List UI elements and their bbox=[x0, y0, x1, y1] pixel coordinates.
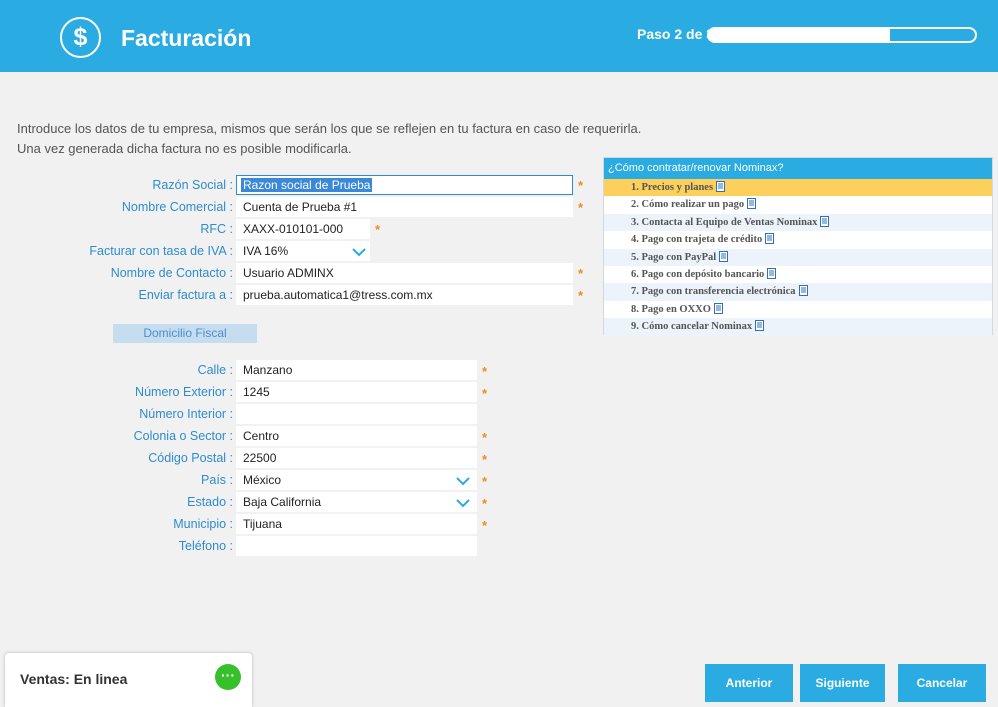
colonia-input[interactable]: Centro bbox=[236, 426, 477, 446]
help-link-item[interactable]: 4. Pago con trajeta de crédito bbox=[604, 231, 992, 248]
numero-exterior-label: Número Exterior : bbox=[135, 385, 233, 399]
chevron-down-icon[interactable] bbox=[351, 246, 367, 258]
rfc-label: RFC : bbox=[200, 222, 233, 236]
nombre-comercial-input[interactable]: Cuenta de Prueba #1 bbox=[236, 197, 573, 217]
estado-select[interactable]: Baja California bbox=[236, 492, 477, 512]
razon-social-label: Razón Social : bbox=[152, 178, 233, 192]
help-link-item[interactable]: 8. Pago en OXXO bbox=[604, 301, 992, 318]
required-mark: * bbox=[482, 430, 488, 445]
required-mark: * bbox=[578, 200, 584, 215]
required-mark: * bbox=[375, 222, 381, 237]
document-icon[interactable] bbox=[798, 285, 808, 302]
help-panel-title: ¿Cómo contratar/renovar Nominax? bbox=[604, 158, 992, 179]
required-mark: * bbox=[482, 452, 488, 467]
dollar-icon: $ bbox=[60, 17, 101, 58]
telefono-input[interactable] bbox=[236, 536, 477, 556]
help-link-item[interactable]: 6. Pago con depósito bancario bbox=[604, 266, 992, 283]
document-icon[interactable] bbox=[747, 198, 757, 215]
required-mark: * bbox=[482, 496, 488, 511]
iva-label: Facturar con tasa de IVA : bbox=[89, 244, 233, 258]
numero-interior-label: Número Interior : bbox=[139, 407, 233, 421]
intro-line-2: Una vez generada dicha factura no es pos… bbox=[17, 141, 352, 156]
header-bar: $ Facturación Paso 2 de 3 bbox=[0, 0, 998, 72]
help-link-label: 2. Cómo realizar un pago bbox=[631, 199, 745, 211]
help-link-label: 6. Pago con depósito bancario bbox=[631, 268, 765, 280]
calle-label: Calle : bbox=[197, 363, 233, 377]
pais-label: País : bbox=[201, 473, 233, 487]
codigo-postal-input[interactable]: 22500 bbox=[236, 448, 477, 468]
cancel-button[interactable]: Cancelar bbox=[898, 664, 986, 702]
calle-input[interactable]: Manzano bbox=[236, 360, 477, 380]
help-link-item[interactable]: 5. Pago con PayPal bbox=[604, 248, 992, 266]
rfc-input[interactable]: XAXX-010101-000 bbox=[236, 219, 370, 239]
colonia-label: Colonia o Sector : bbox=[133, 429, 233, 443]
pais-select[interactable]: México bbox=[236, 470, 477, 490]
help-link-item[interactable]: 9. Cómo cancelar Nominax bbox=[604, 318, 992, 337]
step-indicator: Paso 2 de 3 bbox=[637, 26, 715, 42]
chat-bubble-icon[interactable]: ··· bbox=[215, 664, 241, 690]
nombre-comercial-label: Nombre Comercial : bbox=[121, 200, 233, 214]
help-link-label: 9. Cómo cancelar Nominax bbox=[631, 321, 753, 333]
razon-social-value: Razon social de Prueba bbox=[241, 178, 373, 192]
intro-line-1: Introduce los datos de tu empresa, mismo… bbox=[17, 121, 642, 136]
telefono-label: Teléfono : bbox=[178, 539, 233, 553]
chat-status-label: Ventas: En linea bbox=[20, 671, 128, 687]
contacto-input[interactable]: Usuario ADMINX bbox=[236, 263, 573, 283]
help-link-label: 3. Contacta al Equipo de Ventas Nominax bbox=[631, 216, 818, 228]
iva-select[interactable]: IVA 16% bbox=[236, 241, 370, 261]
document-icon[interactable] bbox=[820, 215, 830, 233]
previous-button[interactable]: Anterior bbox=[705, 664, 793, 702]
required-mark: * bbox=[482, 386, 488, 401]
help-link-label: 5. Pago con PayPal bbox=[631, 251, 717, 263]
razon-social-input[interactable]: Razon social de Prueba bbox=[236, 175, 573, 195]
help-link-label: 8. Pago en OXXO bbox=[631, 303, 711, 315]
document-icon[interactable] bbox=[755, 320, 765, 337]
progress-fill bbox=[709, 29, 890, 41]
chevron-down-icon[interactable] bbox=[455, 497, 471, 509]
required-mark: * bbox=[578, 266, 584, 281]
municipio-label: Municipio : bbox=[173, 517, 233, 531]
municipio-input[interactable]: Tijuana bbox=[236, 514, 477, 534]
intro-text: Introduce los datos de tu empresa, mismo… bbox=[17, 119, 641, 159]
chat-widget[interactable]: Ventas: En linea ··· bbox=[5, 653, 252, 707]
estado-label: Estado : bbox=[187, 495, 233, 509]
enviar-factura-label: Enviar factura a : bbox=[138, 288, 234, 302]
help-link-item[interactable]: 1. Precios y planes bbox=[604, 179, 992, 197]
progress-bar bbox=[707, 27, 977, 43]
required-mark: * bbox=[578, 178, 584, 193]
help-list: 1. Precios y planes 2. Cómo realizar un p… bbox=[604, 179, 992, 336]
chevron-down-icon[interactable] bbox=[455, 475, 471, 487]
help-link-item[interactable]: 3. Contacta al Equipo de Ventas Nominax bbox=[604, 213, 992, 233]
required-mark: * bbox=[578, 288, 584, 303]
next-button[interactable]: Siguiente bbox=[800, 664, 885, 702]
help-link-item[interactable]: 2. Cómo realizar un pago bbox=[604, 196, 992, 213]
app-title: Facturación bbox=[121, 25, 252, 51]
codigo-postal-label: Código Postal : bbox=[148, 451, 233, 465]
help-link-label: 7. Pago con transferencia electrónica bbox=[631, 286, 796, 298]
numero-interior-input[interactable] bbox=[236, 404, 477, 424]
help-link-label: 1. Precios y planes bbox=[631, 182, 714, 193]
help-link-label: 4. Pago con trajeta de crédito bbox=[631, 234, 763, 246]
required-mark: * bbox=[482, 364, 488, 379]
numero-exterior-input[interactable]: 1245 bbox=[236, 382, 477, 402]
domicilio-fiscal-heading: Domicilio Fiscal bbox=[113, 324, 257, 343]
enviar-factura-input[interactable]: prueba.automatica1@tress.com.mx bbox=[236, 285, 573, 305]
required-mark: * bbox=[482, 518, 488, 533]
document-icon[interactable] bbox=[765, 233, 775, 250]
help-link-item[interactable]: 7. Pago con transferencia electrónica bbox=[604, 283, 992, 302]
help-panel: ¿Cómo contratar/renovar Nominax? 1. Prec… bbox=[603, 157, 993, 336]
required-mark: * bbox=[482, 474, 488, 489]
contacto-label: Nombre de Contacto : bbox=[110, 266, 233, 280]
